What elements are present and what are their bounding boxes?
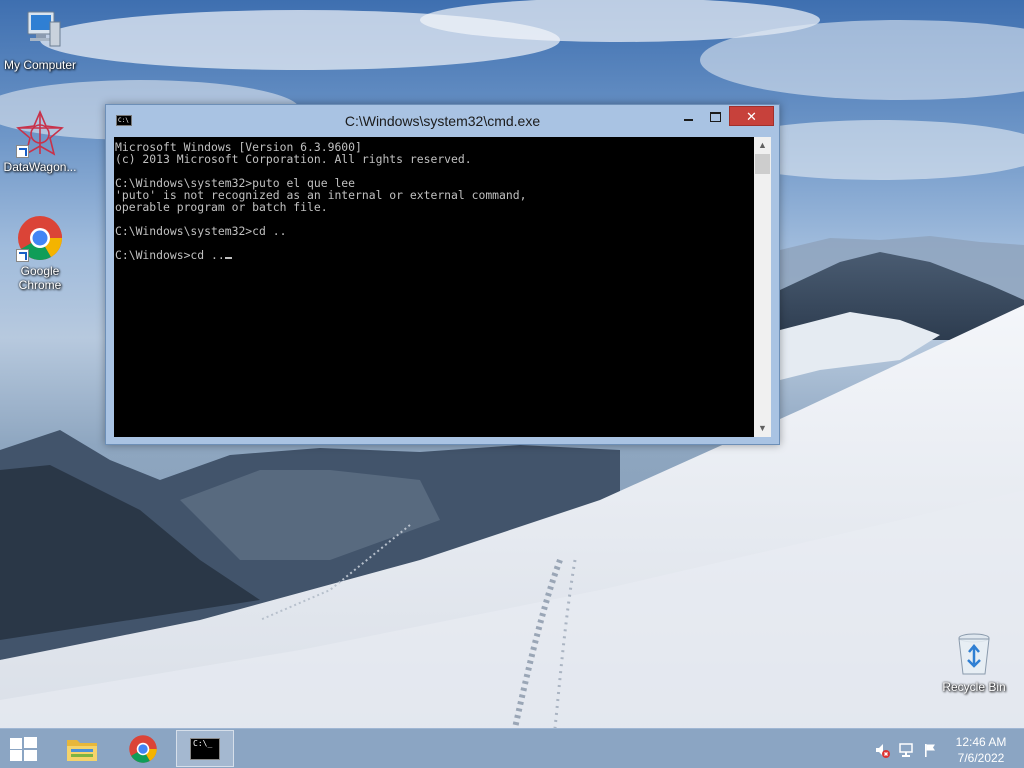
desktop-icon-label: My Computer: [3, 58, 77, 72]
desktop-icon-label: Recycle Bin: [942, 680, 1006, 694]
shortcut-arrow-icon: [16, 145, 29, 158]
title-bar[interactable]: C:\ C:\Windows\system32\cmd.exe ✕: [106, 105, 779, 135]
scroll-down-arrow-icon[interactable]: ▼: [754, 420, 771, 437]
console-output[interactable]: Microsoft Windows [Version 6.3.9600] (c)…: [114, 137, 754, 437]
desktop-icon-my-computer[interactable]: My Computer: [0, 8, 80, 72]
scroll-up-arrow-icon[interactable]: ▲: [754, 137, 771, 154]
action-center-flag-icon[interactable]: [922, 742, 938, 758]
console-line: operable program or batch file.: [115, 200, 328, 214]
system-clock[interactable]: 12:46 AM 7/6/2022: [948, 734, 1014, 766]
close-button[interactable]: ✕: [729, 106, 774, 126]
taskbar-file-explorer[interactable]: [54, 730, 110, 767]
chrome-icon: [16, 214, 64, 262]
command-prompt-icon: C:\_: [190, 738, 220, 760]
start-button[interactable]: [8, 737, 38, 761]
taskbar: C:\_ 12:46 AM 7/6/2022: [0, 728, 1024, 768]
console-line: (c) 2013 Microsoft Corporation. All righ…: [115, 152, 472, 166]
vertical-scrollbar[interactable]: ▲ ▼: [754, 137, 771, 437]
taskbar-command-prompt[interactable]: C:\_: [176, 730, 234, 767]
clock-date: 7/6/2022: [957, 751, 1005, 765]
scroll-thumb[interactable]: [755, 154, 770, 174]
desktop-icon-label: Google Chrome: [18, 264, 62, 292]
minimize-icon: [684, 118, 693, 121]
clock-time: 12:46 AM: [955, 735, 1007, 749]
maximize-icon: [710, 111, 721, 122]
cmd-window[interactable]: C:\ C:\Windows\system32\cmd.exe ✕ Micros…: [105, 104, 780, 445]
file-explorer-icon: [67, 740, 97, 761]
chrome-icon: [129, 735, 157, 763]
desktop-icon-label: DataWagon...: [3, 160, 77, 174]
volume-muted-icon[interactable]: [874, 742, 890, 758]
desktop-icon-google-chrome[interactable]: Google Chrome: [0, 214, 80, 292]
taskbar-chrome[interactable]: [115, 730, 171, 767]
datawagon-icon: [16, 109, 64, 158]
recycle-bin-icon: [950, 630, 998, 678]
desktop: My Computer DataWagon... Google Chrome R…: [0, 0, 1024, 768]
desktop-icon-recycle-bin[interactable]: Recycle Bin: [934, 630, 1014, 694]
network-icon[interactable]: [898, 742, 914, 758]
shortcut-arrow-icon: [16, 249, 29, 262]
console-prompt-line[interactable]: C:\Windows>cd ..: [115, 248, 225, 262]
console-line: C:\Windows\system32>cd ..: [115, 224, 287, 238]
minimize-button[interactable]: [675, 106, 702, 126]
maximize-button[interactable]: [702, 106, 729, 126]
computer-icon: [16, 8, 64, 56]
desktop-icon-datawagon[interactable]: DataWagon...: [0, 109, 80, 174]
text-cursor: [224, 257, 232, 259]
close-icon: ✕: [746, 109, 757, 124]
